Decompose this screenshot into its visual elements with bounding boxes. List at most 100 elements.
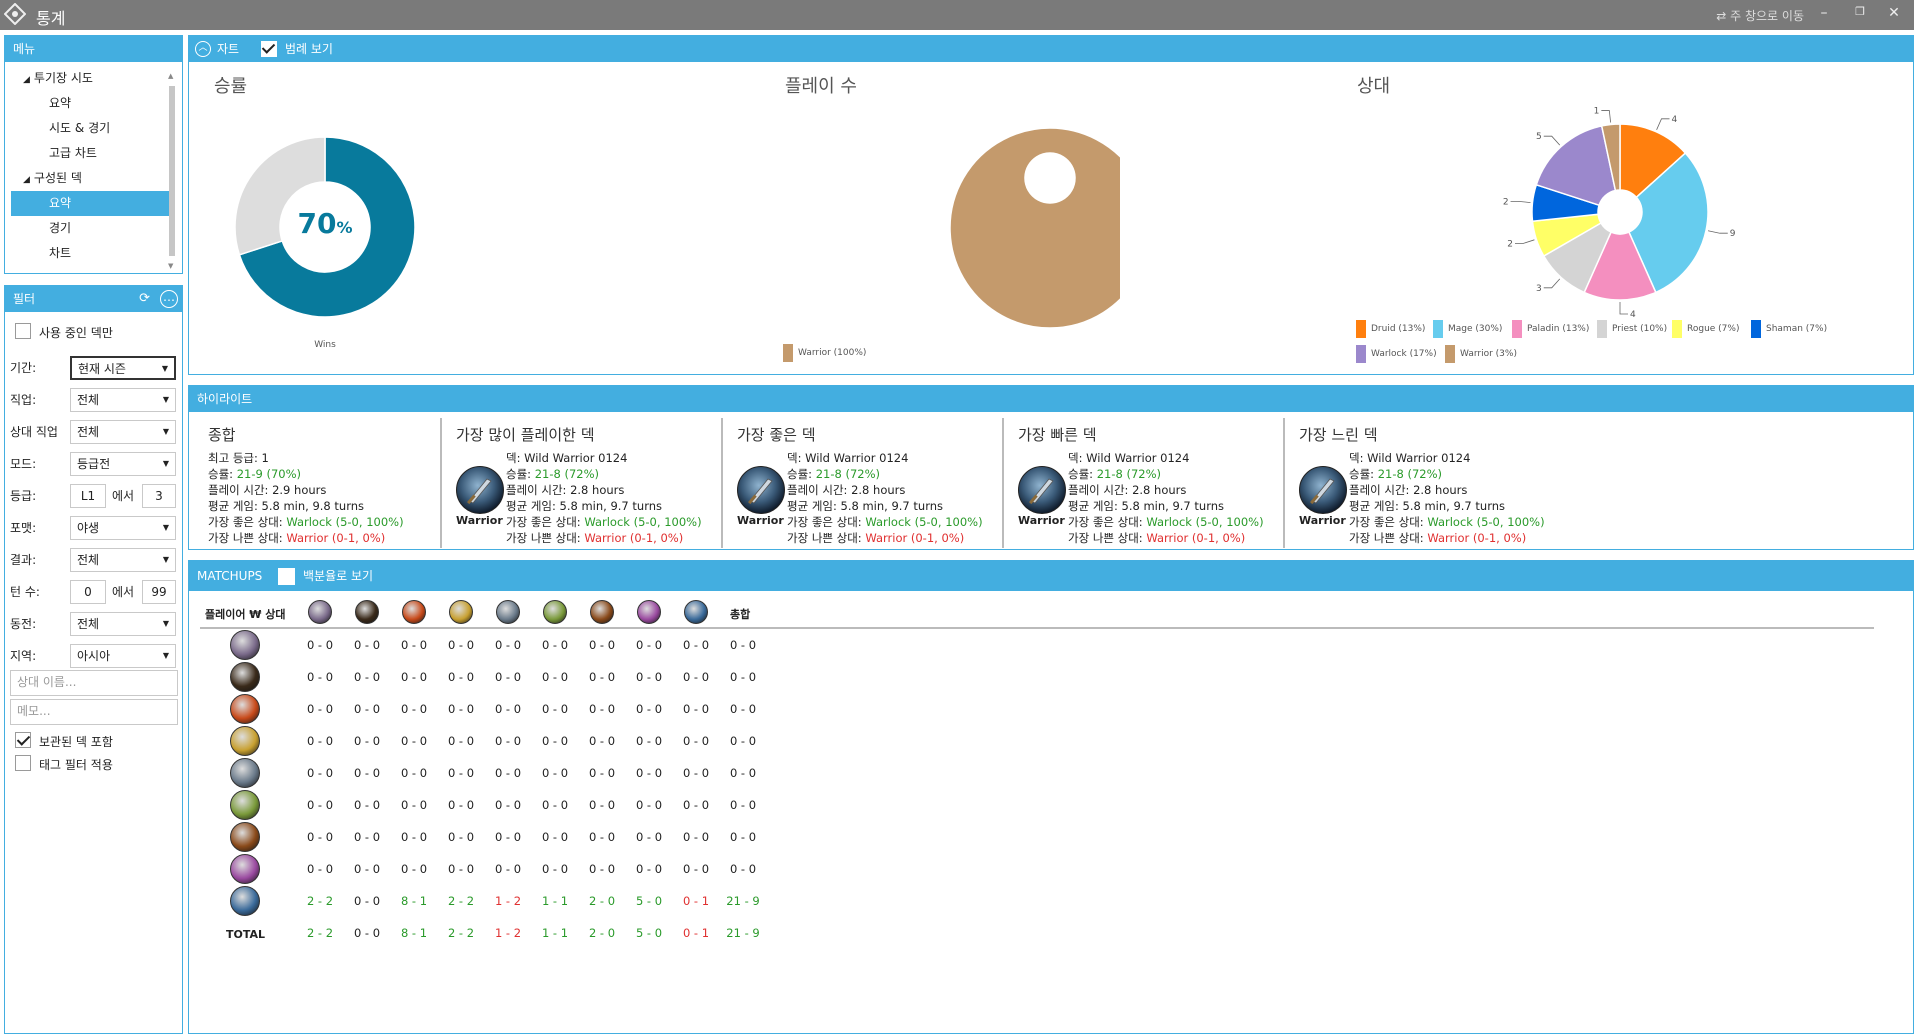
menu-item[interactable]: 차트	[11, 241, 169, 266]
matchup-cell: 0 - 0	[729, 830, 757, 844]
matchup-cell: 0 - 0	[494, 798, 522, 812]
warlock-icon	[230, 854, 260, 884]
highlight-card[interactable]: 가장 좋은 덱 Warrior 덱: Wild Warrior 0124 승률: 21…	[731, 418, 1001, 548]
matchup-cell: 0 - 0	[541, 702, 569, 716]
legend-label: Warrior (3%)	[1460, 349, 1517, 359]
menu-item[interactable]: ◢ 투기장 시도	[11, 66, 169, 91]
matchup-cell: 0 - 0	[729, 638, 757, 652]
highlight-card-title: 가장 좋은 덱	[737, 426, 816, 444]
scroll-up-icon[interactable]: ▲	[168, 72, 173, 80]
worst-opponent-value: Warrior (0-1, 0%)	[1146, 531, 1246, 545]
result-select[interactable]: 전체 ▼	[70, 548, 176, 572]
class-value: 전체	[77, 393, 100, 407]
plays-donut-chart: 30	[949, 127, 1120, 329]
class-label: 직업:	[10, 393, 37, 407]
matchups-panel: MATCHUPS 백분율로 보기	[188, 560, 1914, 1034]
avg-game-text: 평균 게임: 5.8 min, 9.7 turns	[1068, 499, 1224, 513]
opp-class-select[interactable]: 전체 ▼	[70, 420, 176, 444]
matchup-cell: 0 - 0	[400, 734, 428, 748]
more-options-icon[interactable]: …	[160, 290, 178, 308]
pie-data-label: 4	[1671, 115, 1677, 125]
collapse-icon[interactable]: ︿	[195, 41, 211, 57]
highlight-card[interactable]: 가장 느린 덱 Warrior 덱: Wild Warrior 0124 승률: 21…	[1293, 418, 1563, 548]
minimize-button[interactable]: –	[1814, 5, 1834, 23]
percent-checkbox[interactable]	[278, 568, 295, 585]
playtime-text: 플레이 시간: 2.8 hours	[1068, 483, 1187, 497]
legend-swatch	[1356, 320, 1366, 338]
winrate-percent: 70%	[285, 207, 365, 240]
worst-opponent-value: Warrior (0-1, 0%)	[584, 531, 684, 545]
legend-item: Druid (13%)	[1356, 320, 1425, 338]
turns-to-input[interactable]: 99	[142, 580, 176, 604]
best-opponent-line: 가장 좋은 상대: Warlock (5-0, 100%)	[506, 514, 702, 530]
pie-label-leader	[1707, 230, 1728, 234]
matchup-total-cell: 2 - 2	[447, 926, 475, 940]
expand-arrow-icon[interactable]: ◢	[23, 175, 30, 185]
opponent-name-input[interactable]: 상대 이름...	[10, 670, 178, 696]
rank-from-input[interactable]: L1	[70, 484, 106, 508]
region-select[interactable]: 아시아 ▼	[70, 644, 176, 668]
rank-between-label: 에서	[112, 489, 135, 503]
pie-data-label: 2	[1503, 197, 1509, 207]
scroll-down-icon[interactable]: ▼	[168, 262, 173, 270]
result-value: 전체	[77, 553, 100, 567]
class-select[interactable]: 전체 ▼	[70, 388, 176, 412]
menu-scrollbar[interactable]: ▲ ▼	[167, 72, 177, 274]
best-rank-text: 최고 등급: 1	[208, 451, 269, 465]
format-select[interactable]: 야생 ▼	[70, 516, 176, 540]
legend-swatch	[1597, 320, 1607, 338]
matchup-cell: 0 - 0	[447, 670, 475, 684]
matchup-cell: 0 - 0	[306, 670, 334, 684]
avg-game-text: 평균 게임: 5.8 min, 9.7 turns	[787, 499, 943, 513]
active-deck-only-checkbox[interactable]	[15, 323, 31, 339]
coin-select[interactable]: 전체 ▼	[70, 612, 176, 636]
menu-item[interactable]: ◢ 구성된 덱	[11, 166, 169, 191]
memo-input[interactable]: 메모...	[10, 699, 178, 725]
mode-select[interactable]: 등급전 ▼	[70, 452, 176, 476]
close-button[interactable]: ✕	[1884, 5, 1904, 23]
legend-item: Mage (30%)	[1433, 320, 1502, 338]
tag-filter-checkbox[interactable]	[15, 755, 31, 771]
pie-label-leader	[1510, 200, 1531, 203]
active-deck-only-label: 사용 중인 덱만	[39, 326, 113, 340]
period-select[interactable]: 현재 시즌 ▼	[70, 356, 176, 380]
best-opponent-label: 가장 좋은 상대:	[787, 515, 866, 529]
warrior-icon	[684, 600, 708, 624]
priest-icon	[230, 758, 260, 788]
menu-item[interactable]: 고급 차트	[11, 141, 169, 166]
matchup-total-cell: 1 - 1	[541, 926, 569, 940]
druid-icon	[230, 630, 260, 660]
turns-from-input[interactable]: 0	[70, 580, 106, 604]
highlight-card[interactable]: 가장 빠른 덱 Warrior 덱: Wild Warrior 0124 승률: 21…	[1012, 418, 1282, 548]
legend-item: Warrior (3%)	[1445, 345, 1517, 363]
menu-item[interactable]: 요약	[11, 191, 169, 216]
winrate-line: 승률: 21-8 (72%)	[787, 466, 983, 482]
worst-opponent-line: 가장 나쁜 상대: Warrior (0-1, 0%)	[1068, 530, 1264, 546]
plays-chart-title: 플레이 수	[785, 76, 857, 97]
move-to-main-button[interactable]: ⇄ 주 창으로 이동	[1716, 7, 1804, 24]
warrior-icon	[230, 886, 260, 916]
include-archived-checkbox[interactable]	[15, 732, 31, 748]
menu-item-label: 시도 & 경기	[49, 121, 111, 135]
matchup-cell: 0 - 0	[306, 862, 334, 876]
legend-checkbox[interactable]	[261, 40, 277, 57]
dropdown-arrow-icon: ▼	[162, 555, 169, 564]
refresh-icon[interactable]: ⟳	[139, 286, 150, 312]
winrate-label: 승률:	[1068, 467, 1097, 481]
scrollbar-thumb[interactable]	[169, 86, 175, 256]
expand-arrow-icon[interactable]: ◢	[23, 75, 30, 85]
highlight-card[interactable]: 가장 많이 플레이한 덱 Warrior 덱: Wild Warrior 0124 승…	[450, 418, 720, 548]
turns-label: 턴 수:	[10, 585, 40, 599]
divider	[1283, 418, 1285, 548]
playtime-text: 플레이 시간: 2.8 hours	[506, 483, 625, 497]
title-bar: 통계 ⇄ 주 창으로 이동 – ❐ ✕	[0, 0, 1914, 30]
charts-header: ︿ 자트 범례 보기	[189, 36, 1913, 62]
rank-to-input[interactable]: 3	[142, 484, 176, 508]
restore-button[interactable]: ❐	[1850, 5, 1870, 23]
menu-item[interactable]: 시도 & 경기	[11, 116, 169, 141]
menu-item[interactable]: 경기	[11, 216, 169, 241]
menu-item-label: 투기장 시도	[33, 71, 93, 85]
matchup-cell: 0 - 0	[353, 766, 381, 780]
menu-item[interactable]: 요약	[11, 91, 169, 116]
coin-value: 전체	[77, 617, 100, 631]
